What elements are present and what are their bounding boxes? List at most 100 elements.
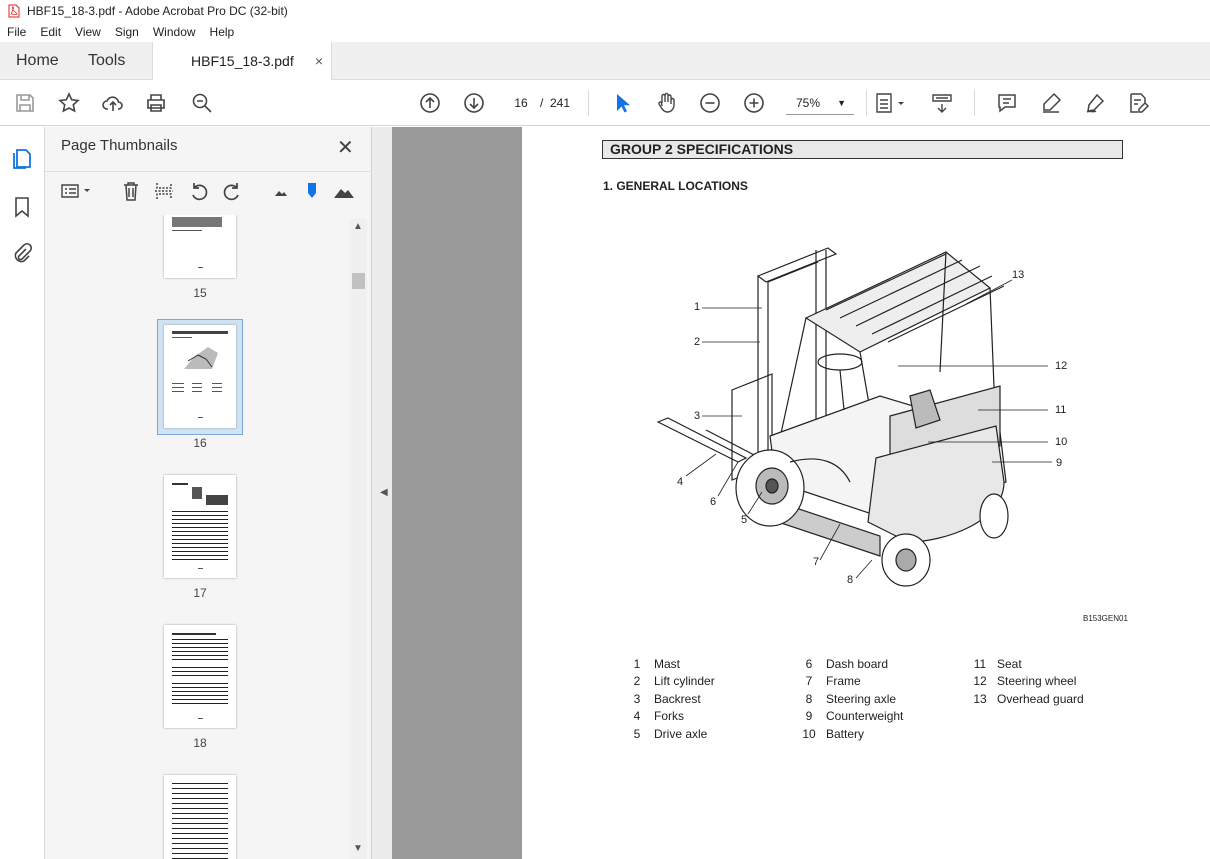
- left-rail: [0, 127, 45, 859]
- thumbnail-page-16[interactable]: [164, 325, 236, 428]
- bookmarks-icon[interactable]: [11, 195, 33, 219]
- menu-sign[interactable]: Sign: [108, 25, 146, 39]
- legend-item: 4 Forks: [633, 709, 684, 724]
- tab-home[interactable]: Home: [16, 42, 59, 80]
- chevron-down-icon: ▼: [837, 98, 846, 108]
- panel-title: Page Thumbnails: [61, 137, 178, 154]
- callout-2: 2: [694, 336, 701, 348]
- thumbnail-label-17: 17: [193, 586, 207, 600]
- callout-9: 9: [1056, 457, 1063, 469]
- legend-item: 9 Counterweight: [805, 709, 904, 724]
- large-thumbnails-icon[interactable]: [333, 180, 355, 202]
- legend-item: 1 Mast: [633, 657, 681, 671]
- legend-item: 2 Lift cylinder: [633, 674, 715, 689]
- callout-12: 12: [1055, 360, 1068, 372]
- menu-edit[interactable]: Edit: [33, 25, 68, 39]
- figure-id: B153GEN01: [1083, 614, 1128, 623]
- share-upload-icon[interactable]: [101, 91, 125, 115]
- extract-page-icon[interactable]: [153, 180, 175, 202]
- save-icon[interactable]: [13, 91, 37, 115]
- select-cursor-icon[interactable]: [610, 91, 634, 115]
- thumbnail-size-slider-icon[interactable]: [301, 180, 323, 202]
- callout-7: 7: [813, 556, 820, 568]
- legend-item: 8 Steering axle: [805, 691, 897, 706]
- legend-item: 10 Battery: [802, 726, 865, 741]
- thumbnail-page-17[interactable]: [164, 475, 236, 578]
- next-page-icon[interactable]: [462, 91, 486, 115]
- callout-5: 5: [741, 514, 748, 526]
- tab-document-label: HBF15_18-3.pdf: [191, 53, 294, 69]
- legend-item: 3 Backrest: [633, 691, 701, 706]
- scroll-mode-icon[interactable]: [930, 91, 954, 115]
- collapse-panel-icon[interactable]: ◀: [380, 487, 388, 498]
- zoom-in-icon[interactable]: [742, 91, 766, 115]
- tab-document[interactable]: HBF15_18-3.pdf ×: [152, 42, 332, 81]
- menu-bar: File Edit View Sign Window Help: [0, 22, 1210, 42]
- main-toolbar: [0, 80, 1210, 126]
- menu-help[interactable]: Help: [203, 25, 242, 39]
- fill-sign-icon[interactable]: [1126, 91, 1150, 115]
- legend-item: 12 Steering wheel: [973, 674, 1077, 689]
- zoom-search-icon[interactable]: [190, 91, 214, 115]
- thumbnail-page-19[interactable]: [164, 775, 236, 859]
- page-fit-icon[interactable]: [874, 91, 908, 115]
- legend-item: 6 Dash board: [805, 657, 889, 671]
- callout-6: 6: [710, 496, 717, 508]
- page-number-input[interactable]: 16: [506, 91, 536, 115]
- callout-11: 11: [1055, 404, 1067, 416]
- thumbnail-page-18[interactable]: [164, 625, 236, 728]
- rotate-right-icon[interactable]: [221, 180, 243, 202]
- title-bar: HBF15_18-3.pdf - Adobe Acrobat Pro DC (3…: [0, 0, 1210, 22]
- forklift-illustration: [656, 247, 1052, 587]
- callout-1: 1: [694, 301, 701, 313]
- small-thumbnails-icon[interactable]: [269, 180, 291, 202]
- legend-column-1: 1 Mast 2 Lift cylinder 3 Backrest 4 Forks 5D…: [620, 656, 715, 743]
- page-separator: /: [540, 96, 544, 110]
- legend-column-2: 6 Dash board 7 Frame 8 Steering axle 9 Count…: [792, 656, 903, 743]
- callout-4: 4: [677, 476, 684, 488]
- tab-tools[interactable]: Tools: [88, 42, 125, 80]
- callout-13: 13: [1012, 269, 1025, 281]
- zoom-dropdown[interactable]: 75% ▼: [786, 91, 854, 115]
- thumbnails-panel: Page Thumbnails ✕ 15 16 17 18 ▲ ▼: [45, 127, 372, 859]
- scrollbar-thumb[interactable]: [352, 273, 365, 289]
- thumbnail-scrollbar[interactable]: ▲ ▼: [350, 219, 367, 859]
- thumbnail-label-16: 16: [193, 436, 207, 450]
- close-tab-icon[interactable]: ×: [315, 42, 323, 80]
- rotate-left-icon[interactable]: [188, 180, 210, 202]
- page-thumbnails-icon[interactable]: [11, 147, 33, 171]
- hand-tool-icon[interactable]: [654, 91, 678, 115]
- delete-page-icon[interactable]: [120, 180, 142, 202]
- page-total: 241: [550, 96, 571, 110]
- highlight-pen-icon[interactable]: [1039, 91, 1063, 115]
- bookmark-star-icon[interactable]: [57, 91, 81, 115]
- window-title: HBF15_18-3.pdf - Adobe Acrobat Pro DC (3…: [27, 4, 288, 18]
- menu-file[interactable]: File: [0, 25, 33, 39]
- zoom-out-icon[interactable]: [698, 91, 722, 115]
- callout-3: 3: [694, 410, 701, 422]
- thumbnail-toolbar: [45, 171, 372, 207]
- legend-item: 13 Overhead guard: [973, 691, 1084, 706]
- legend-item: 5 Drive axle: [633, 726, 708, 741]
- sign-pen-icon[interactable]: [1083, 91, 1107, 115]
- scroll-up-icon[interactable]: ▲: [353, 221, 363, 232]
- thumbnail-label-15: 15: [193, 286, 207, 300]
- thumbnail-label-18: 18: [193, 736, 207, 750]
- attachments-paperclip-icon[interactable]: [11, 241, 33, 265]
- callout-8: 8: [847, 574, 854, 586]
- group-header: GROUP 2 SPECIFICATIONS: [602, 140, 1123, 159]
- comment-icon[interactable]: [995, 91, 1019, 115]
- viewer-background: [392, 127, 522, 859]
- close-panel-icon[interactable]: ✕: [337, 135, 354, 160]
- callout-10: 10: [1055, 436, 1068, 448]
- print-icon[interactable]: [144, 91, 168, 115]
- options-menu-icon[interactable]: [59, 180, 95, 202]
- legend-item: 7 Frame: [805, 674, 861, 689]
- thumbnail-page-15[interactable]: [164, 215, 236, 278]
- scroll-down-icon[interactable]: ▼: [353, 843, 363, 854]
- previous-page-icon[interactable]: [418, 91, 442, 115]
- menu-view[interactable]: View: [68, 25, 108, 39]
- menu-window[interactable]: Window: [146, 25, 203, 39]
- tab-strip: Home Tools HBF15_18-3.pdf ×: [0, 42, 1210, 81]
- acrobat-pdf-icon: [8, 4, 20, 18]
